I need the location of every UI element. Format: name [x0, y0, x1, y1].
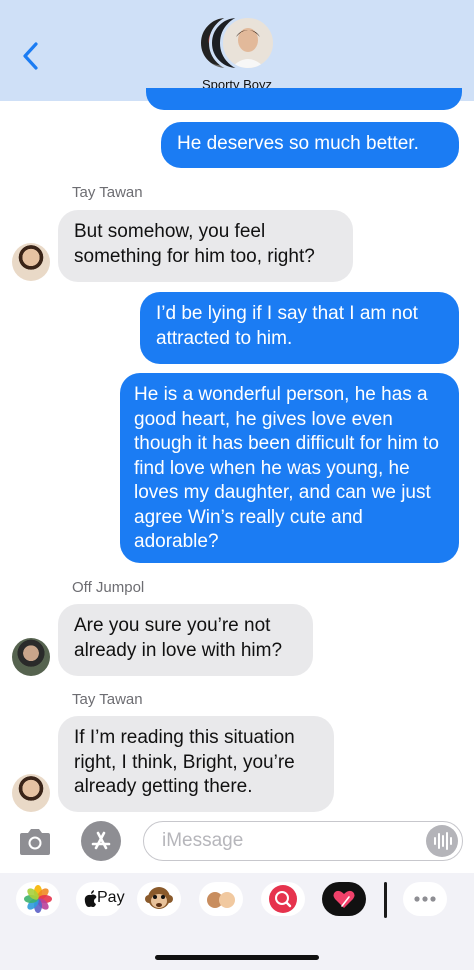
sender-name: Tay Tawan: [72, 691, 143, 708]
more-icon: [414, 896, 436, 902]
compose-bar: [0, 813, 474, 873]
sender-name: Tay Tawan: [72, 184, 143, 201]
photos-app-button[interactable]: [16, 882, 60, 916]
message-input[interactable]: [162, 829, 412, 853]
voice-message-button[interactable]: [426, 825, 458, 857]
drawer-divider: [384, 882, 387, 918]
conversation-header: Sporty Boyz: [0, 0, 474, 101]
sender-name: Off Jumpol: [72, 579, 145, 596]
group-member-avatar: [220, 15, 276, 71]
digital-touch-icon: [333, 890, 355, 908]
waveform-icon: [434, 832, 452, 850]
outgoing-message[interactable]: I’d be lying if I say that I am not attr…: [140, 292, 459, 364]
incoming-message[interactable]: But somehow, you feel something for him …: [58, 210, 353, 282]
message-input-field[interactable]: [143, 821, 463, 861]
monkey-animoji-icon: [145, 887, 173, 909]
incoming-message[interactable]: Are you sure you’re not already in love …: [58, 604, 313, 676]
sender-avatar[interactable]: [12, 638, 50, 676]
app-store-icon: [91, 831, 111, 850]
sender-avatar[interactable]: [12, 243, 50, 281]
outgoing-message[interactable]: He deserves so much better.: [161, 122, 459, 168]
app-drawer: Pay: [0, 873, 474, 970]
apple-pay-label: Pay: [97, 889, 125, 906]
memoji-icon: [207, 892, 235, 908]
apple-pay-button[interactable]: Pay: [76, 882, 125, 916]
incoming-message[interactable]: If I’m reading this situation right, I t…: [58, 716, 334, 812]
back-chevron-icon[interactable]: [16, 38, 46, 74]
group-avatar[interactable]: [198, 15, 278, 71]
animoji-button[interactable]: [137, 882, 181, 916]
apple-icon: [84, 890, 97, 907]
home-indicator[interactable]: [155, 955, 319, 960]
photos-icon: [24, 885, 52, 913]
outgoing-message-partial[interactable]: [146, 88, 462, 110]
sender-avatar[interactable]: [12, 774, 50, 812]
digital-touch-button[interactable]: [322, 882, 366, 916]
web-search-button[interactable]: [261, 882, 305, 916]
memoji-button[interactable]: [199, 882, 243, 916]
camera-icon[interactable]: [17, 827, 53, 857]
outgoing-message[interactable]: He is a wonderful person, he has a good …: [120, 373, 459, 563]
app-store-button[interactable]: [81, 821, 121, 861]
web-search-icon: [269, 885, 297, 913]
more-apps-button[interactable]: [403, 882, 447, 916]
